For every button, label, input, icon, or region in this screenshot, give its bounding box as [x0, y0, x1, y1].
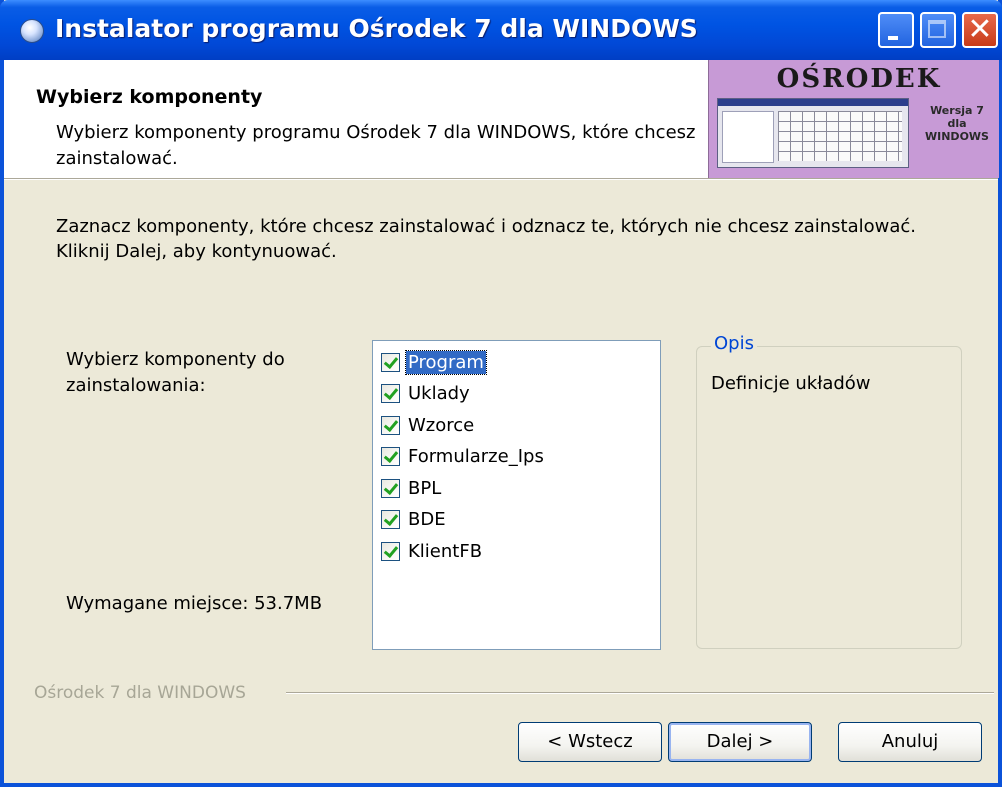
required-space-label: Wymagane miejsce: 53.7MB — [66, 593, 323, 614]
component-item[interactable]: BPL — [381, 474, 443, 502]
footer-divider — [286, 692, 994, 694]
banner-version-line: Wersja 7 — [930, 104, 984, 117]
components-list[interactable]: Program Uklady Wzorce Formularze_Ips BPL BDE K… — [372, 340, 661, 650]
component-item[interactable]: Formularze_Ips — [381, 443, 546, 471]
component-label[interactable]: Program — [405, 349, 487, 375]
title-bar[interactable]: Instalator programu Ośrodek 7 dla WINDOW… — [0, 0, 1002, 60]
page-subtitle: Wybierz komponenty programu Ośrodek 7 dl… — [56, 122, 696, 169]
banner-version: Wersja 7 dla WINDOWS — [917, 104, 997, 143]
banner-title: OŚRODEK — [776, 64, 942, 94]
installer-icon — [20, 19, 44, 43]
description-legend: Opis — [711, 333, 757, 354]
component-item[interactable]: Wzorce — [381, 411, 476, 439]
next-button[interactable]: Dalej > — [668, 722, 812, 762]
banner-version-line: dla — [947, 117, 967, 130]
component-item[interactable]: BDE — [381, 506, 448, 534]
page-title: Wybierz komponenty — [36, 86, 263, 108]
close-icon: ✕ — [967, 12, 993, 47]
window-title: Instalator programu Ośrodek 7 dla WINDOW… — [55, 14, 698, 43]
description-groupbox: Opis Definicje układów — [696, 333, 962, 649]
component-item[interactable]: Uklady — [381, 380, 472, 408]
description-text: Definicje układów — [711, 373, 871, 394]
component-checkbox[interactable] — [381, 352, 400, 372]
page-header: Wybierz komponenty Wybierz komponenty pr… — [4, 60, 999, 179]
component-label[interactable]: Uklady — [406, 382, 472, 405]
component-checkbox[interactable] — [381, 541, 400, 561]
minimize-button[interactable] — [878, 12, 914, 48]
component-checkbox[interactable] — [381, 384, 400, 403]
component-checkbox[interactable] — [381, 447, 400, 466]
back-button[interactable]: < Wstecz — [518, 722, 662, 762]
banner-screenshot — [717, 98, 909, 168]
cancel-button[interactable]: Anuluj — [838, 722, 982, 762]
component-checkbox[interactable] — [381, 510, 400, 529]
product-banner: OŚRODEK Wersja 7 dla WINDOWS — [708, 60, 999, 178]
component-label[interactable]: Wzorce — [406, 414, 476, 437]
instructions-text: Zaznacz komponenty, które chcesz zainsta… — [56, 216, 917, 262]
component-label[interactable]: Formularze_Ips — [406, 445, 546, 468]
component-label[interactable]: KlientFB — [406, 540, 484, 563]
banner-version-line: WINDOWS — [925, 130, 989, 143]
installer-window: Instalator programu Ośrodek 7 dla WINDOW… — [0, 0, 1002, 787]
component-item[interactable]: Program — [381, 348, 487, 376]
footer-brand-text: Ośrodek 7 dla WINDOWS — [34, 683, 252, 703]
component-label[interactable]: BDE — [406, 508, 448, 531]
component-item[interactable]: KlientFB — [381, 537, 484, 565]
component-checkbox[interactable] — [381, 478, 400, 498]
components-label: Wybierz komponenty do zainstalowania: — [66, 349, 285, 396]
close-button[interactable]: ✕ — [962, 12, 998, 48]
maximize-button[interactable] — [920, 12, 956, 48]
component-checkbox[interactable] — [381, 415, 400, 435]
component-label[interactable]: BPL — [406, 477, 443, 500]
